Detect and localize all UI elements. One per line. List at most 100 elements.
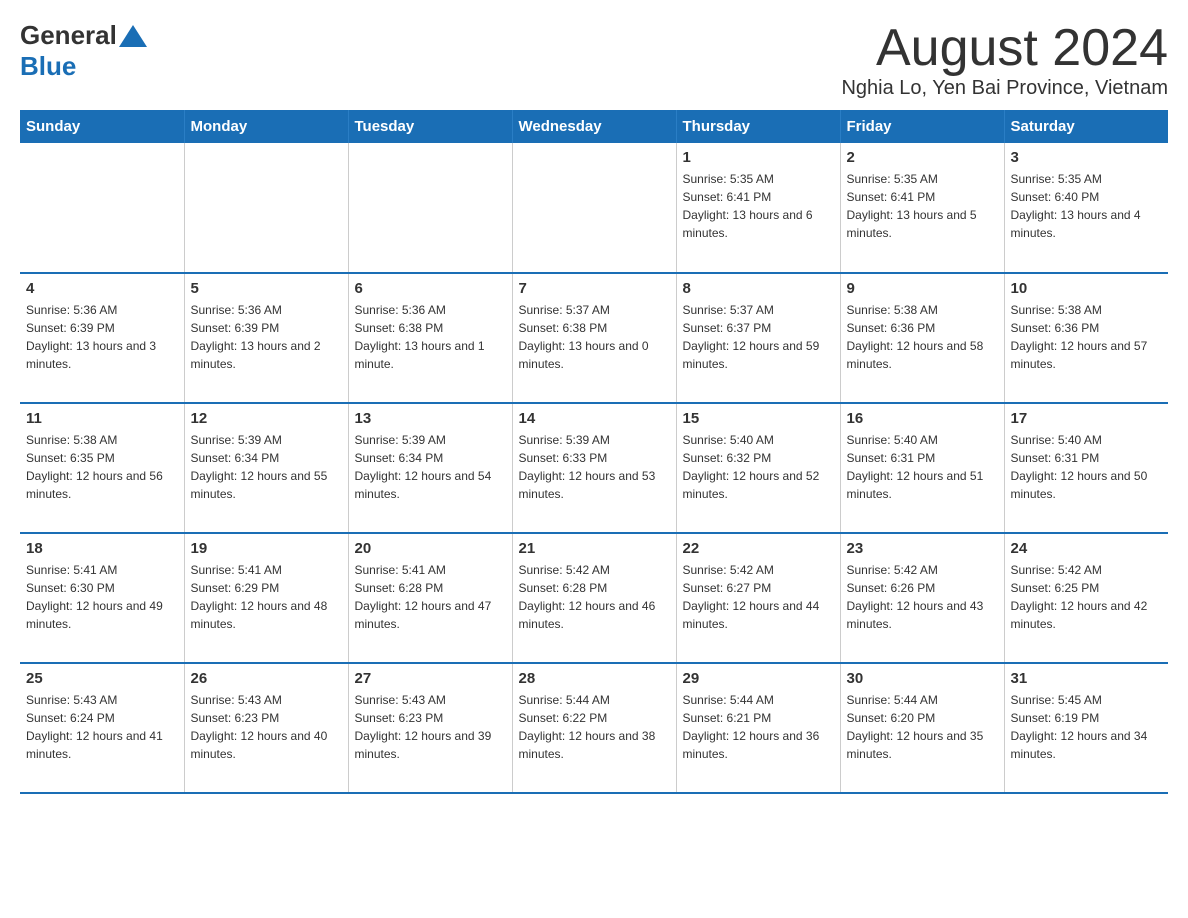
day-number: 25 — [26, 670, 178, 687]
day-info: Sunrise: 5:40 AM Sunset: 6:31 PM Dayligh… — [1011, 431, 1163, 503]
day-number: 22 — [683, 540, 834, 557]
day-info: Sunrise: 5:42 AM Sunset: 6:28 PM Dayligh… — [519, 561, 670, 633]
title-area: August 2024 Nghia Lo, Yen Bai Province, … — [841, 20, 1168, 100]
day-cell: 24Sunrise: 5:42 AM Sunset: 6:25 PM Dayli… — [1004, 533, 1168, 663]
week-row-3: 11 Sunrise: 5:38 AM Sunset: 6:35 PM Dayli… — [20, 403, 1168, 533]
day-info: Sunrise: 5:42 AM Sunset: 6:26 PM Dayligh… — [847, 561, 998, 633]
day-number: 9 — [847, 280, 998, 297]
week-row-1: 1 Sunrise: 5:35 AM Sunset: 6:41 PM Daylig… — [20, 143, 1168, 273]
day-number: 26 — [191, 670, 342, 687]
day-cell: 26 Sunrise: 5:43 AM Sunset: 6:23 PM Dayli… — [184, 663, 348, 793]
day-number: 13 — [355, 410, 506, 427]
header-row: SundayMondayTuesdayWednesdayThursdayFrid… — [20, 110, 1168, 143]
logo: General Blue — [20, 20, 149, 82]
day-cell: 19Sunrise: 5:41 AM Sunset: 6:29 PM Dayli… — [184, 533, 348, 663]
calendar-table: SundayMondayTuesdayWednesdayThursdayFrid… — [20, 110, 1168, 794]
header-day-saturday: Saturday — [1004, 110, 1168, 143]
day-info: Sunrise: 5:39 AM Sunset: 6:34 PM Dayligh… — [355, 431, 506, 503]
day-cell: 20 Sunrise: 5:41 AM Sunset: 6:28 PM Dayli… — [348, 533, 512, 663]
day-info: Sunrise: 5:43 AM Sunset: 6:23 PM Dayligh… — [355, 691, 506, 763]
day-info: Sunrise: 5:37 AM Sunset: 6:37 PM Dayligh… — [683, 301, 834, 373]
day-number: 17 — [1011, 410, 1163, 427]
day-number: 3 — [1011, 149, 1163, 166]
day-info: Sunrise: 5:35 AM Sunset: 6:41 PM Dayligh… — [847, 170, 998, 242]
day-cell: 8 Sunrise: 5:37 AM Sunset: 6:37 PM Daylig… — [676, 273, 840, 403]
calendar-header: SundayMondayTuesdayWednesdayThursdayFrid… — [20, 110, 1168, 143]
day-number: 20 — [355, 540, 506, 557]
day-number: 29 — [683, 670, 834, 687]
day-cell: 23Sunrise: 5:42 AM Sunset: 6:26 PM Dayli… — [840, 533, 1004, 663]
day-info: Sunrise: 5:38 AM Sunset: 6:35 PM Dayligh… — [26, 431, 178, 503]
day-info: Sunrise: 5:44 AM Sunset: 6:21 PM Dayligh… — [683, 691, 834, 763]
day-info: Sunrise: 5:43 AM Sunset: 6:24 PM Dayligh… — [26, 691, 178, 763]
day-cell — [20, 143, 184, 273]
day-cell: 25 Sunrise: 5:43 AM Sunset: 6:24 PM Dayli… — [20, 663, 184, 793]
day-info: Sunrise: 5:38 AM Sunset: 6:36 PM Dayligh… — [1011, 301, 1163, 373]
day-info: Sunrise: 5:43 AM Sunset: 6:23 PM Dayligh… — [191, 691, 342, 763]
day-number: 4 — [26, 280, 178, 297]
day-number: 7 — [519, 280, 670, 297]
day-info: Sunrise: 5:36 AM Sunset: 6:38 PM Dayligh… — [355, 301, 506, 373]
day-number: 2 — [847, 149, 998, 166]
day-info: Sunrise: 5:41 AM Sunset: 6:28 PM Dayligh… — [355, 561, 506, 633]
day-info: Sunrise: 5:42 AM Sunset: 6:27 PM Dayligh… — [683, 561, 834, 633]
day-cell: 4 Sunrise: 5:36 AM Sunset: 6:39 PM Daylig… — [20, 273, 184, 403]
logo-general-text: General — [20, 20, 117, 51]
day-number: 11 — [26, 410, 178, 427]
day-cell: 31 Sunrise: 5:45 AM Sunset: 6:19 PM Dayli… — [1004, 663, 1168, 793]
header-day-monday: Monday — [184, 110, 348, 143]
header-day-friday: Friday — [840, 110, 1004, 143]
day-info: Sunrise: 5:45 AM Sunset: 6:19 PM Dayligh… — [1011, 691, 1163, 763]
day-cell: 1 Sunrise: 5:35 AM Sunset: 6:41 PM Daylig… — [676, 143, 840, 273]
day-number: 30 — [847, 670, 998, 687]
day-cell: 27 Sunrise: 5:43 AM Sunset: 6:23 PM Dayli… — [348, 663, 512, 793]
week-row-2: 4 Sunrise: 5:36 AM Sunset: 6:39 PM Daylig… — [20, 273, 1168, 403]
day-info: Sunrise: 5:41 AM Sunset: 6:30 PM Dayligh… — [26, 561, 178, 633]
day-cell: 5Sunrise: 5:36 AM Sunset: 6:39 PM Daylig… — [184, 273, 348, 403]
day-cell: 12Sunrise: 5:39 AM Sunset: 6:34 PM Dayli… — [184, 403, 348, 533]
day-cell: 2 Sunrise: 5:35 AM Sunset: 6:41 PM Daylig… — [840, 143, 1004, 273]
day-cell: 7Sunrise: 5:37 AM Sunset: 6:38 PM Daylig… — [512, 273, 676, 403]
day-info: Sunrise: 5:36 AM Sunset: 6:39 PM Dayligh… — [191, 301, 342, 373]
day-cell: 9Sunrise: 5:38 AM Sunset: 6:36 PM Daylig… — [840, 273, 1004, 403]
day-cell: 11 Sunrise: 5:38 AM Sunset: 6:35 PM Dayli… — [20, 403, 184, 533]
header-day-thursday: Thursday — [676, 110, 840, 143]
week-row-5: 25 Sunrise: 5:43 AM Sunset: 6:24 PM Dayli… — [20, 663, 1168, 793]
day-cell: 28 Sunrise: 5:44 AM Sunset: 6:22 PM Dayli… — [512, 663, 676, 793]
day-cell — [512, 143, 676, 273]
day-info: Sunrise: 5:36 AM Sunset: 6:39 PM Dayligh… — [26, 301, 178, 373]
day-info: Sunrise: 5:35 AM Sunset: 6:40 PM Dayligh… — [1011, 170, 1163, 242]
day-cell — [184, 143, 348, 273]
day-cell: 15 Sunrise: 5:40 AM Sunset: 6:32 PM Dayli… — [676, 403, 840, 533]
day-number: 31 — [1011, 670, 1163, 687]
day-info: Sunrise: 5:41 AM Sunset: 6:29 PM Dayligh… — [191, 561, 342, 633]
day-info: Sunrise: 5:39 AM Sunset: 6:33 PM Dayligh… — [519, 431, 670, 503]
day-info: Sunrise: 5:39 AM Sunset: 6:34 PM Dayligh… — [191, 431, 342, 503]
day-number: 15 — [683, 410, 834, 427]
day-number: 10 — [1011, 280, 1163, 297]
day-cell: 29 Sunrise: 5:44 AM Sunset: 6:21 PM Dayli… — [676, 663, 840, 793]
day-number: 24 — [1011, 540, 1163, 557]
day-cell: 30Sunrise: 5:44 AM Sunset: 6:20 PM Dayli… — [840, 663, 1004, 793]
day-cell: 22 Sunrise: 5:42 AM Sunset: 6:27 PM Dayli… — [676, 533, 840, 663]
header: General Blue August 2024 Nghia Lo, Yen B… — [20, 20, 1168, 100]
calendar-body: 1 Sunrise: 5:35 AM Sunset: 6:41 PM Daylig… — [20, 143, 1168, 793]
day-number: 8 — [683, 280, 834, 297]
day-info: Sunrise: 5:44 AM Sunset: 6:22 PM Dayligh… — [519, 691, 670, 763]
logo-blue-text: Blue — [20, 51, 76, 82]
month-title: August 2024 — [841, 20, 1168, 77]
day-info: Sunrise: 5:40 AM Sunset: 6:32 PM Dayligh… — [683, 431, 834, 503]
header-day-tuesday: Tuesday — [348, 110, 512, 143]
header-day-sunday: Sunday — [20, 110, 184, 143]
logo-blue-part — [117, 25, 149, 47]
day-cell: 18Sunrise: 5:41 AM Sunset: 6:30 PM Dayli… — [20, 533, 184, 663]
day-number: 16 — [847, 410, 998, 427]
day-number: 28 — [519, 670, 670, 687]
day-cell: 3 Sunrise: 5:35 AM Sunset: 6:40 PM Daylig… — [1004, 143, 1168, 273]
day-info: Sunrise: 5:35 AM Sunset: 6:41 PM Dayligh… — [683, 170, 834, 242]
day-cell: 10 Sunrise: 5:38 AM Sunset: 6:36 PM Dayli… — [1004, 273, 1168, 403]
day-cell: 21 Sunrise: 5:42 AM Sunset: 6:28 PM Dayli… — [512, 533, 676, 663]
day-number: 21 — [519, 540, 670, 557]
day-number: 27 — [355, 670, 506, 687]
day-number: 1 — [683, 149, 834, 166]
